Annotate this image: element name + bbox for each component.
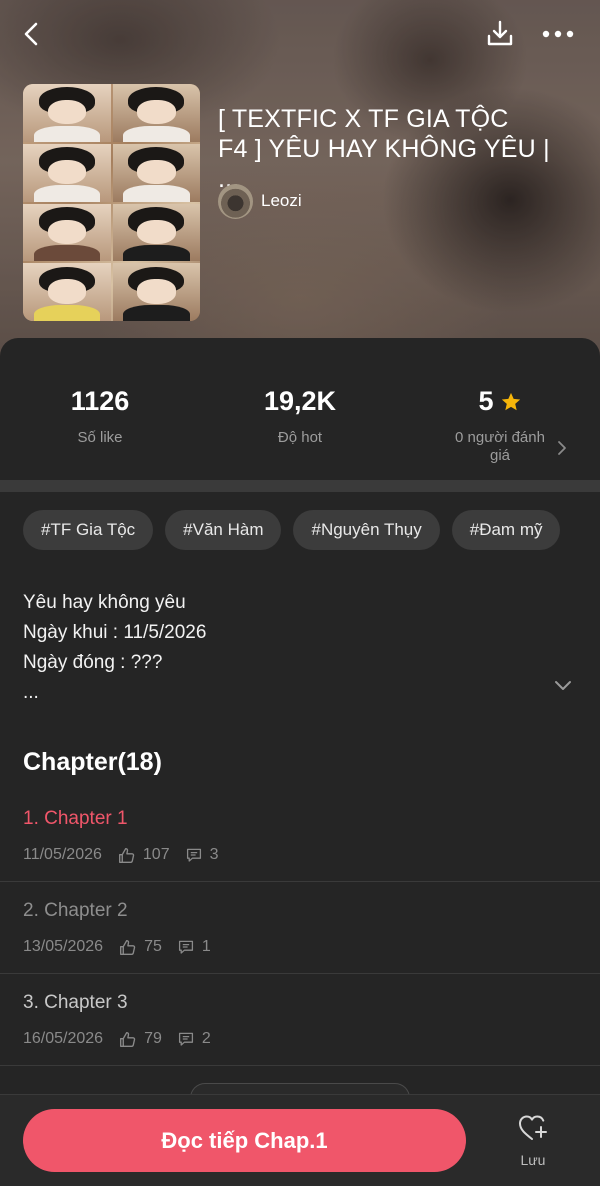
chapter-comments: 2 (201, 1030, 211, 1047)
star-icon (501, 392, 520, 410)
chapter-title: 3. Chapter 3 (23, 992, 128, 1013)
more-options-button[interactable] (538, 14, 578, 54)
continue-reading-button[interactable]: Đọc tiếp Chap.1 (23, 1109, 466, 1172)
chapter-date: 13/05/2026 (23, 938, 104, 955)
save-button[interactable]: Lưu (503, 1113, 563, 1173)
rating-value: 5 (478, 386, 494, 416)
tag-chip[interactable]: #Nguyên Thụy (293, 510, 440, 550)
chapter-count-heading: Chapter(18) (23, 748, 162, 776)
description-line: Yêu hay không yêu (23, 592, 186, 613)
chapter-comments: 1 (201, 938, 211, 955)
comment-icon (178, 940, 193, 954)
chapter-likes: 107 (142, 846, 170, 863)
chapter-title: 2. Chapter 2 (23, 900, 128, 921)
rating-label: 0 người đánh giá (455, 429, 545, 464)
download-button[interactable] (480, 14, 520, 54)
chapter-meta: 16/05/2026 79 2 (23, 1030, 227, 1048)
chevron-right-icon (558, 441, 566, 455)
chapter-comments: 3 (209, 846, 219, 863)
stat-likes: 1126 Số like (0, 386, 200, 447)
heart-plus-icon (519, 1115, 547, 1140)
back-button[interactable] (12, 14, 52, 54)
chapter-title: 1. Chapter 1 (23, 808, 128, 829)
comment-icon (178, 1032, 193, 1046)
story-title: [ TEXTFIC X TF GIA TỘC F4 ] YÊU HAY KHÔN… (218, 105, 550, 193)
download-icon (487, 20, 513, 46)
description-line: Ngày khui : 11/5/2026 (23, 622, 207, 643)
tag-chip[interactable]: #Đam mỹ (451, 510, 561, 550)
chapter-likes: 79 (144, 1030, 162, 1047)
top-bar (0, 14, 600, 54)
story-description: Yêu hay không yêu Ngày khui : 11/5/2026 … (23, 588, 543, 708)
story-cover-image[interactable] (23, 84, 200, 321)
comment-icon (186, 848, 201, 862)
story-header: [ TEXTFIC X TF GIA TỘC F4 ] YÊU HAY KHÔN… (0, 0, 600, 360)
stat-hot: 19,2K Độ hot (200, 386, 400, 447)
chapter-list: 1. Chapter 1 11/05/2026 107 3 2. Chapter… (0, 790, 600, 1066)
thumbs-up-icon (118, 847, 135, 863)
likes-label: Số like (77, 429, 123, 446)
tag-chip[interactable]: #Văn Hàm (165, 510, 282, 550)
thumbs-up-icon (120, 939, 136, 955)
author-link[interactable]: Leozi (218, 183, 302, 219)
back-arrow-icon (24, 22, 38, 46)
description-line: Ngày đóng : ??? (23, 652, 163, 673)
chapter-meta: 13/05/2026 75 1 (23, 938, 227, 956)
section-divider (0, 480, 600, 492)
likes-count: 1126 (70, 386, 130, 416)
chapter-meta: 11/05/2026 107 3 (23, 846, 235, 864)
stat-rating[interactable]: 5 0 người đánh giá (400, 386, 600, 465)
author-avatar (218, 183, 253, 219)
chapter-likes: 75 (144, 938, 162, 955)
chapter-item[interactable]: 2. Chapter 2 13/05/2026 75 1 (0, 882, 600, 974)
chapter-item[interactable]: 1. Chapter 1 11/05/2026 107 3 (0, 790, 600, 882)
chapter-date: 11/05/2026 (23, 846, 102, 863)
tag-list: #TF Gia Tộc #Văn Hàm #Nguyên Thụy #Đam m… (23, 510, 561, 550)
hot-count: 19,2K (263, 386, 337, 416)
tag-chip[interactable]: #TF Gia Tộc (23, 510, 154, 550)
thumbs-up-icon (120, 1031, 136, 1047)
hot-label: Độ hot (277, 429, 323, 446)
chevron-down-icon[interactable] (553, 678, 573, 692)
bottom-action-bar: Đọc tiếp Chap.1 Lưu (0, 1094, 600, 1186)
stats-row: 1126 Số like 19,2K Độ hot 5 0 người đánh… (0, 338, 600, 480)
save-label: Lưu (520, 1152, 546, 1168)
chapter-date: 16/05/2026 (23, 1030, 104, 1047)
description-line: ... (23, 682, 39, 703)
story-detail-sheet: 1126 Số like 19,2K Độ hot 5 0 người đánh… (0, 338, 600, 1186)
chapter-item[interactable]: 3. Chapter 3 16/05/2026 79 2 (0, 974, 600, 1066)
more-icon (542, 30, 574, 38)
author-name: Leozi (261, 191, 302, 210)
